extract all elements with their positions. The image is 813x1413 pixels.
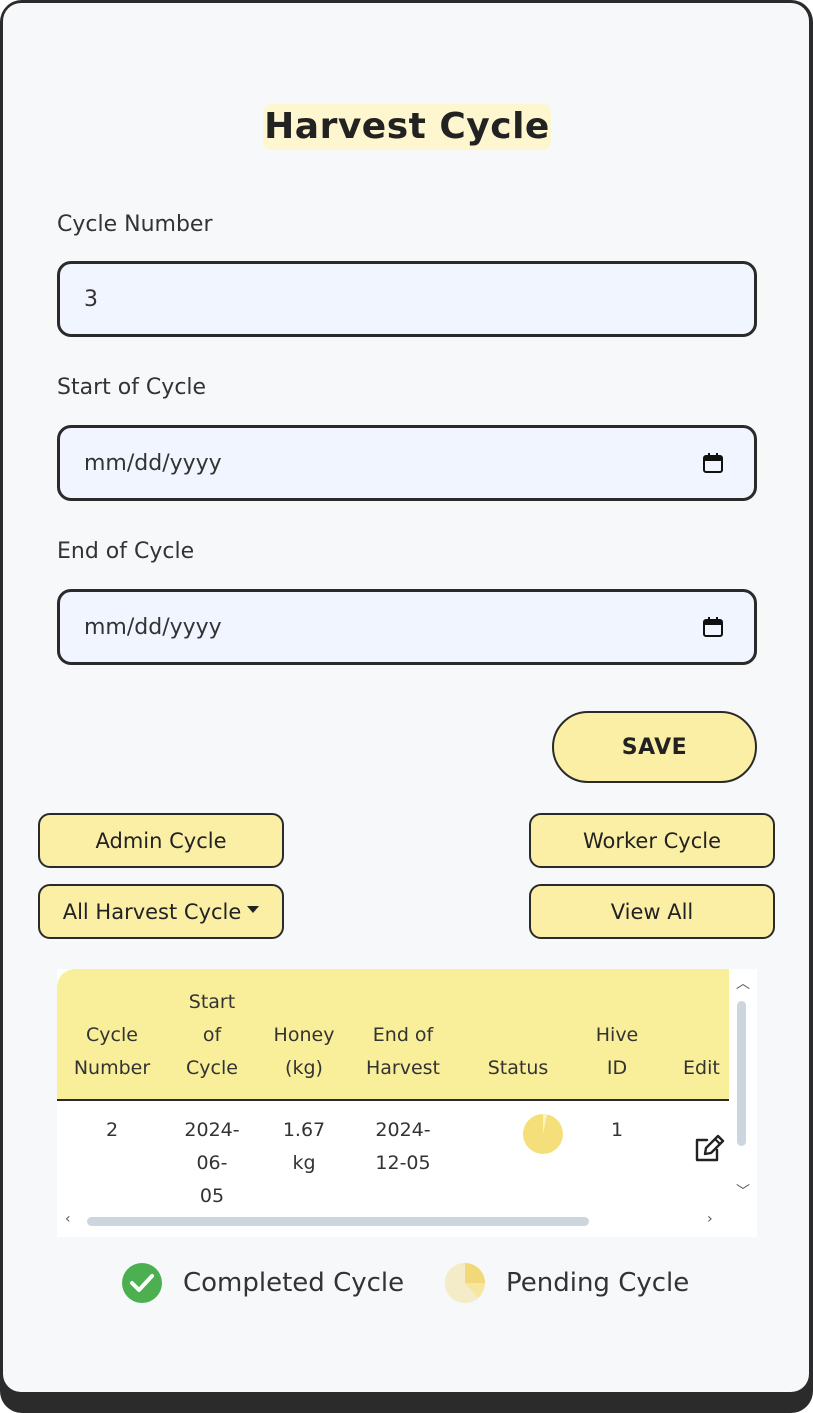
cell-honey: 1.67 kg: [263, 1114, 345, 1180]
cycle-number-value: 3: [84, 286, 98, 312]
cell-text: kg: [292, 1152, 316, 1174]
cycle-number-input[interactable]: 3: [57, 261, 757, 337]
header-text: (kg): [285, 1057, 323, 1079]
header-text: Cycle: [86, 1024, 138, 1046]
header-text: Number: [73, 1057, 151, 1079]
end-date-placeholder: mm/dd/yyyy: [84, 614, 222, 640]
save-button[interactable]: SAVE: [552, 711, 757, 783]
calendar-icon[interactable]: [702, 616, 724, 638]
header-text: ID: [606, 1057, 628, 1079]
cell-text: 12-05: [375, 1152, 431, 1174]
header-text: Start: [188, 991, 236, 1013]
header-end-of-harvest: End of Harvest: [353, 1019, 453, 1085]
start-date-placeholder: mm/dd/yyyy: [84, 450, 222, 476]
legend-pending-label: Pending Cycle: [506, 1268, 690, 1298]
cell-text: 2024-: [375, 1119, 431, 1141]
cell-text: 2024-: [184, 1119, 240, 1141]
legend-completed-label: Completed Cycle: [183, 1268, 405, 1298]
start-date-input[interactable]: mm/dd/yyyy: [57, 425, 757, 501]
caret-down-icon: [247, 906, 260, 913]
header-text: End of: [372, 1024, 434, 1046]
legend-completed: Completed Cycle: [121, 1262, 404, 1304]
filter-dropdown-label: All Harvest Cycle: [62, 899, 242, 924]
end-date-input[interactable]: mm/dd/yyyy: [57, 589, 757, 665]
worker-cycle-button[interactable]: Worker Cycle: [529, 813, 775, 868]
cell-cycle-number: 2: [105, 1119, 119, 1141]
scroll-left-icon[interactable]: ‹: [65, 1211, 71, 1227]
header-text: Cycle: [186, 1057, 238, 1079]
check-circle-icon: [122, 1263, 162, 1303]
view-all-button[interactable]: View All: [529, 884, 775, 939]
harvest-cycle-table[interactable]: Cycle Number Start of Cycle Honey (kg) E…: [57, 969, 757, 1237]
pending-status-icon: [523, 1114, 563, 1154]
header-text: Harvest: [365, 1057, 441, 1079]
cycle-number-label: Cycle Number: [57, 212, 213, 237]
vertical-scroll-thumb[interactable]: [737, 1001, 746, 1146]
cell-hive-id: 1: [610, 1119, 624, 1141]
header-cycle-number: Cycle Number: [62, 1019, 162, 1085]
horizontal-scroll-thumb[interactable]: [87, 1217, 589, 1226]
scroll-up-icon[interactable]: ︿: [736, 973, 750, 993]
page-title: Harvest Cycle: [263, 104, 551, 150]
admin-cycle-button[interactable]: Admin Cycle: [38, 813, 284, 868]
cell-text: 06-: [196, 1152, 228, 1174]
table-header: Cycle Number Start of Cycle Honey (kg) E…: [57, 969, 729, 1101]
header-hive-id: Hive ID: [582, 1019, 652, 1085]
cell-text: 1.67: [282, 1119, 326, 1141]
header-text: Hive: [595, 1024, 639, 1046]
start-of-cycle-label: Start of Cycle: [57, 375, 207, 400]
cell-end: 2024- 12-05: [353, 1114, 453, 1180]
scroll-down-icon[interactable]: ﹀: [736, 1181, 750, 1201]
legend-pending: Pending Cycle: [444, 1262, 689, 1304]
harvest-cycle-filter-dropdown[interactable]: All Harvest Cycle: [38, 884, 284, 939]
header-text: of: [202, 1024, 222, 1046]
header-status: Status: [487, 1057, 549, 1079]
scroll-right-icon[interactable]: ›: [707, 1211, 713, 1227]
calendar-icon[interactable]: [702, 452, 724, 474]
end-of-cycle-label: End of Cycle: [57, 539, 195, 564]
edit-icon[interactable]: [693, 1132, 725, 1164]
header-honey: Honey (kg): [263, 1019, 345, 1085]
header-text: Honey: [273, 1024, 335, 1046]
header-start-of-cycle: Start of Cycle: [167, 986, 257, 1085]
pending-pie-icon: [444, 1262, 485, 1303]
cell-text: 05: [199, 1185, 225, 1207]
cell-start: 2024- 06- 05: [167, 1114, 257, 1213]
